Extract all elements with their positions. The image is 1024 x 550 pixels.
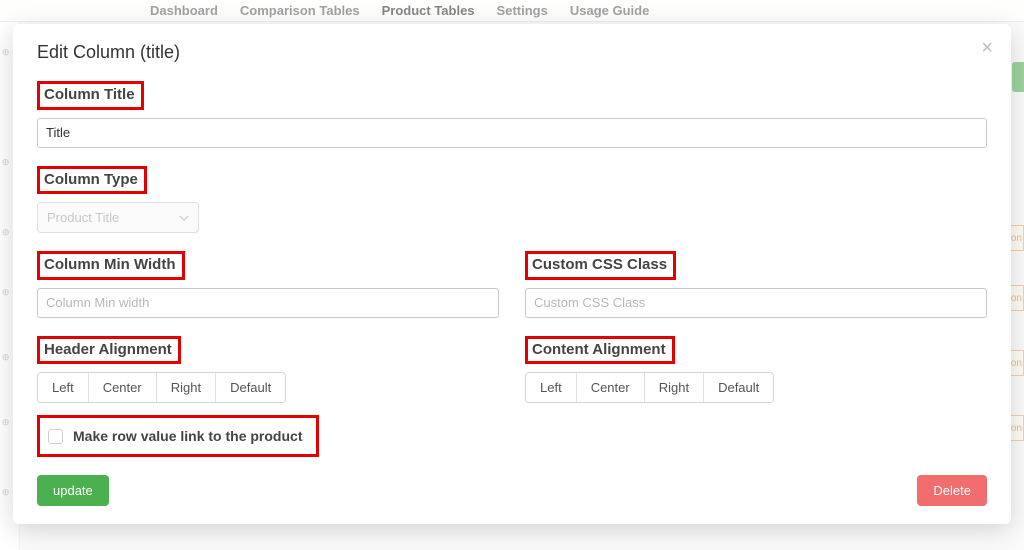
label-header-alignment: Header Alignment: [37, 336, 181, 365]
content-align-right[interactable]: Right: [645, 373, 704, 402]
nav-comparison[interactable]: Comparison Tables: [240, 3, 360, 18]
link-to-product-checkbox[interactable]: [48, 429, 63, 444]
label-column-type: Column Type: [37, 166, 147, 195]
drag-handle-icon: ⊕: [2, 225, 9, 240]
nav-usage[interactable]: Usage Guide: [570, 3, 649, 18]
modal-title: Edit Column (title): [37, 42, 987, 63]
column-type-value: Product Title: [47, 210, 119, 225]
column-type-select: Product Title: [37, 202, 199, 233]
link-to-product-label: Make row value link to the product: [73, 428, 302, 444]
drag-handle-icon: ⊕: [2, 350, 9, 365]
header-alignment-group: Left Center Right Default: [37, 372, 286, 403]
custom-css-class-input[interactable]: [525, 288, 987, 318]
label-content-alignment: Content Alignment: [525, 336, 675, 365]
drag-handle-icon: ⊕: [2, 155, 9, 170]
header-align-right[interactable]: Right: [157, 373, 216, 402]
bg-action-green: [1012, 62, 1024, 92]
delete-button[interactable]: Delete: [917, 475, 987, 506]
close-icon[interactable]: ×: [981, 38, 993, 58]
label-column-title: Column Title: [37, 81, 144, 110]
content-align-default[interactable]: Default: [704, 373, 773, 402]
column-min-width-input[interactable]: [37, 288, 499, 318]
content-align-left[interactable]: Left: [526, 373, 577, 402]
drag-handle-icon: ⊕: [2, 45, 9, 60]
nav-dashboard[interactable]: Dashboard: [150, 3, 218, 18]
chevron-down-icon: [179, 213, 189, 223]
drag-handle-icon: ⊕: [2, 415, 9, 430]
header-align-left[interactable]: Left: [38, 373, 89, 402]
drag-handle-icon: ⊕: [2, 485, 9, 500]
drag-handle-icon: ⊕: [2, 285, 9, 300]
edit-column-modal: Edit Column (title) × Column Title Colum…: [13, 24, 1011, 524]
nav-settings[interactable]: Settings: [497, 3, 548, 18]
column-title-input[interactable]: [37, 118, 987, 148]
link-to-product-row[interactable]: Make row value link to the product: [37, 415, 319, 457]
content-alignment-group: Left Center Right Default: [525, 372, 774, 403]
label-custom-css-class: Custom CSS Class: [525, 251, 676, 280]
modal-footer: update Delete: [37, 475, 987, 506]
update-button[interactable]: update: [37, 475, 109, 506]
header-align-center[interactable]: Center: [89, 373, 157, 402]
top-nav: Dashboard Comparison Tables Product Tabl…: [0, 0, 1024, 22]
nav-product[interactable]: Product Tables: [382, 3, 475, 18]
header-align-default[interactable]: Default: [216, 373, 285, 402]
label-column-min-width: Column Min Width: [37, 251, 185, 280]
content-align-center[interactable]: Center: [577, 373, 645, 402]
